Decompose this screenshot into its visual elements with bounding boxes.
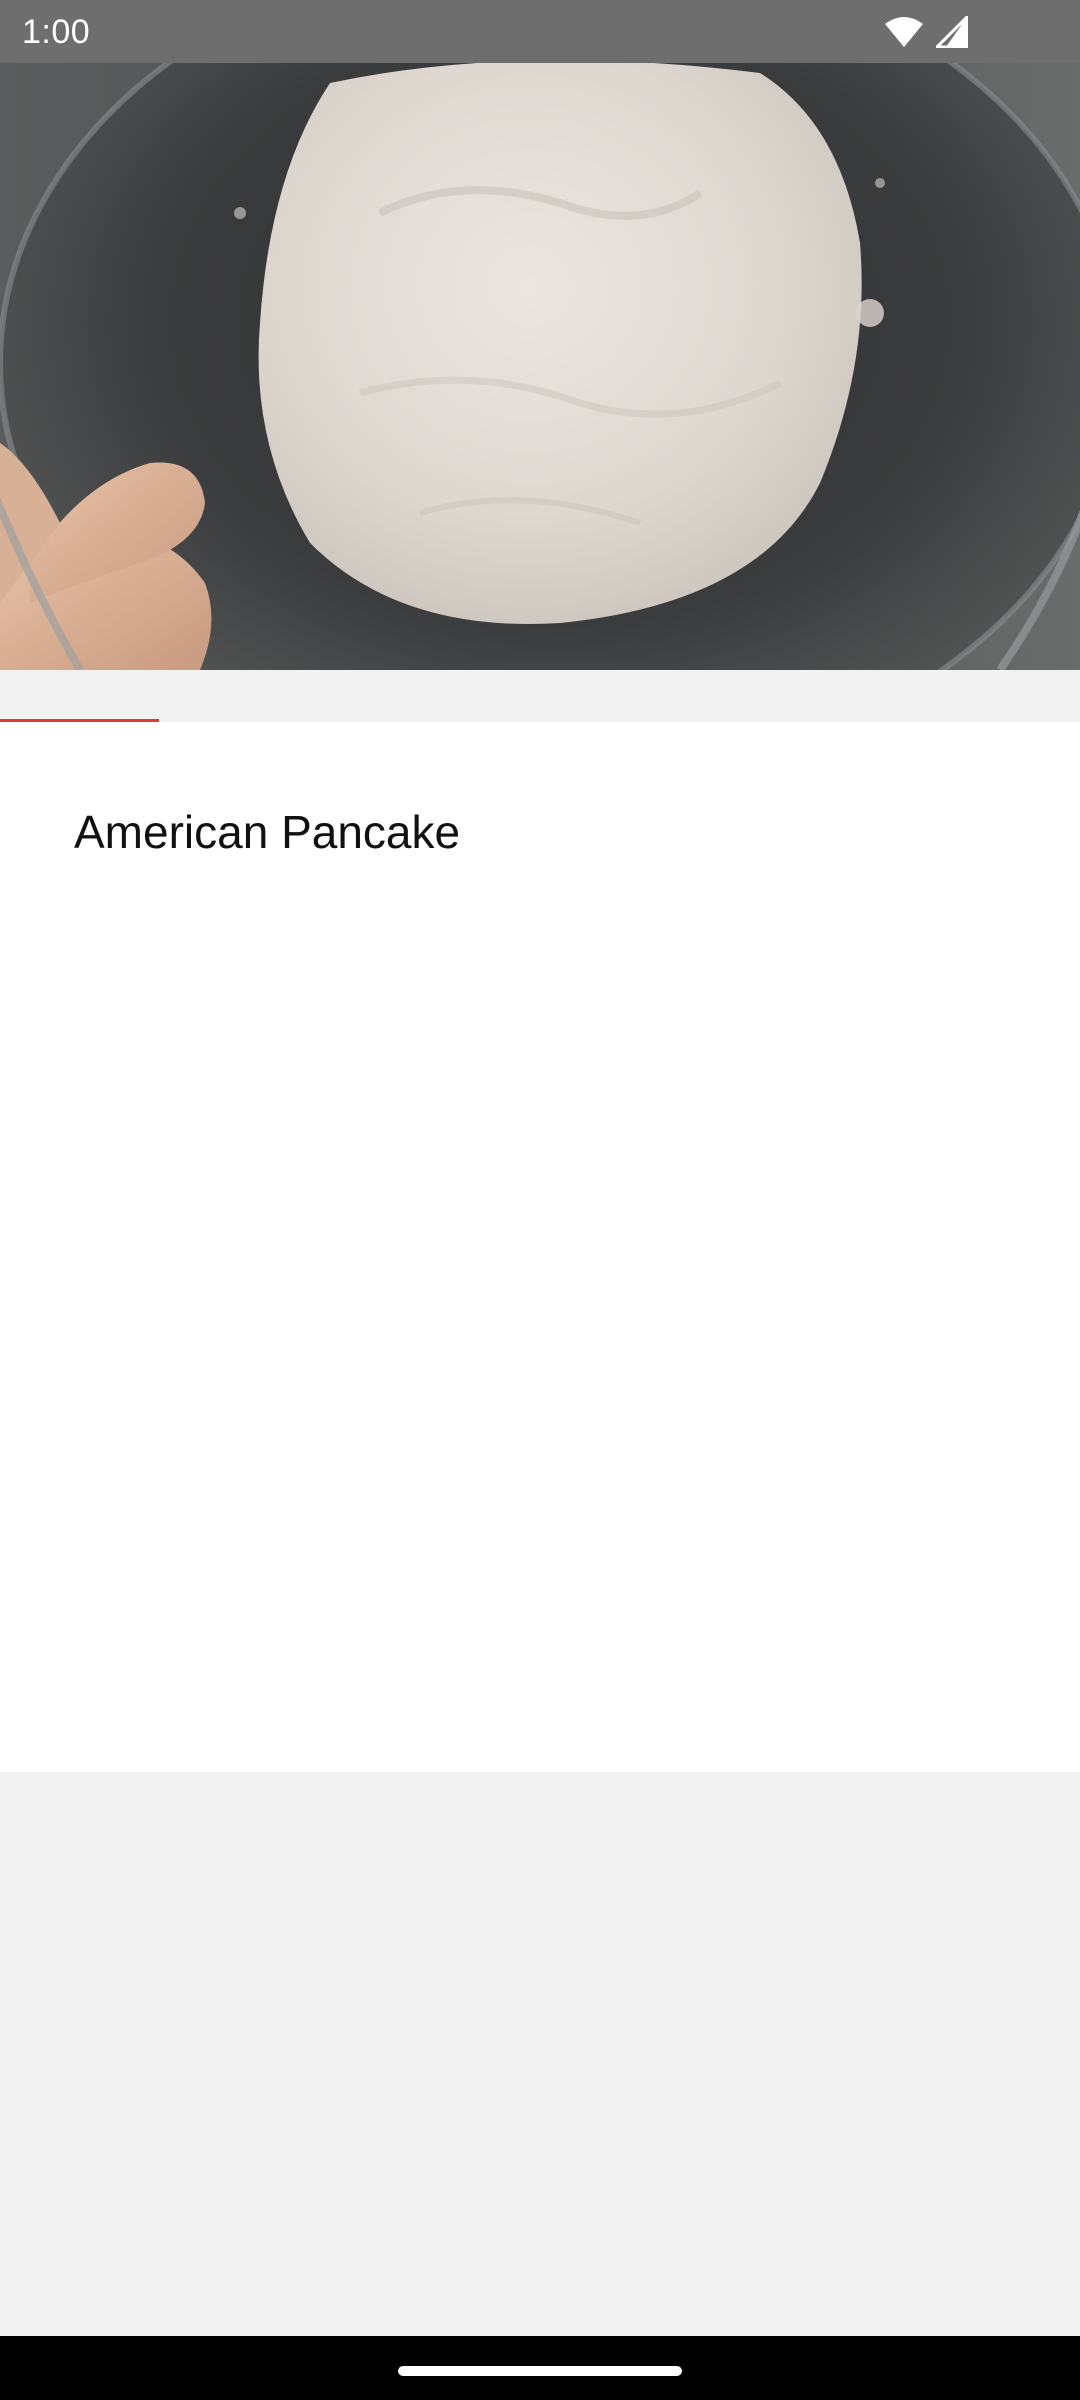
- wifi-icon: [884, 16, 924, 48]
- home-handle[interactable]: [398, 2366, 682, 2376]
- cell-signal-icon: [936, 16, 968, 48]
- recipe-card: American Pancake: [0, 722, 1080, 1772]
- status-bar: 1:00: [0, 0, 1080, 63]
- status-time: 1:00: [22, 13, 91, 51]
- video-player[interactable]: [0, 63, 1080, 670]
- screen: 1:00 American Pancake: [0, 0, 1080, 2400]
- recipe-title: American Pancake: [74, 806, 461, 858]
- video-frame: [0, 63, 1080, 670]
- navigation-bar: [0, 2336, 1080, 2400]
- video-progress-track[interactable]: [0, 670, 1080, 722]
- status-icons: [884, 12, 968, 52]
